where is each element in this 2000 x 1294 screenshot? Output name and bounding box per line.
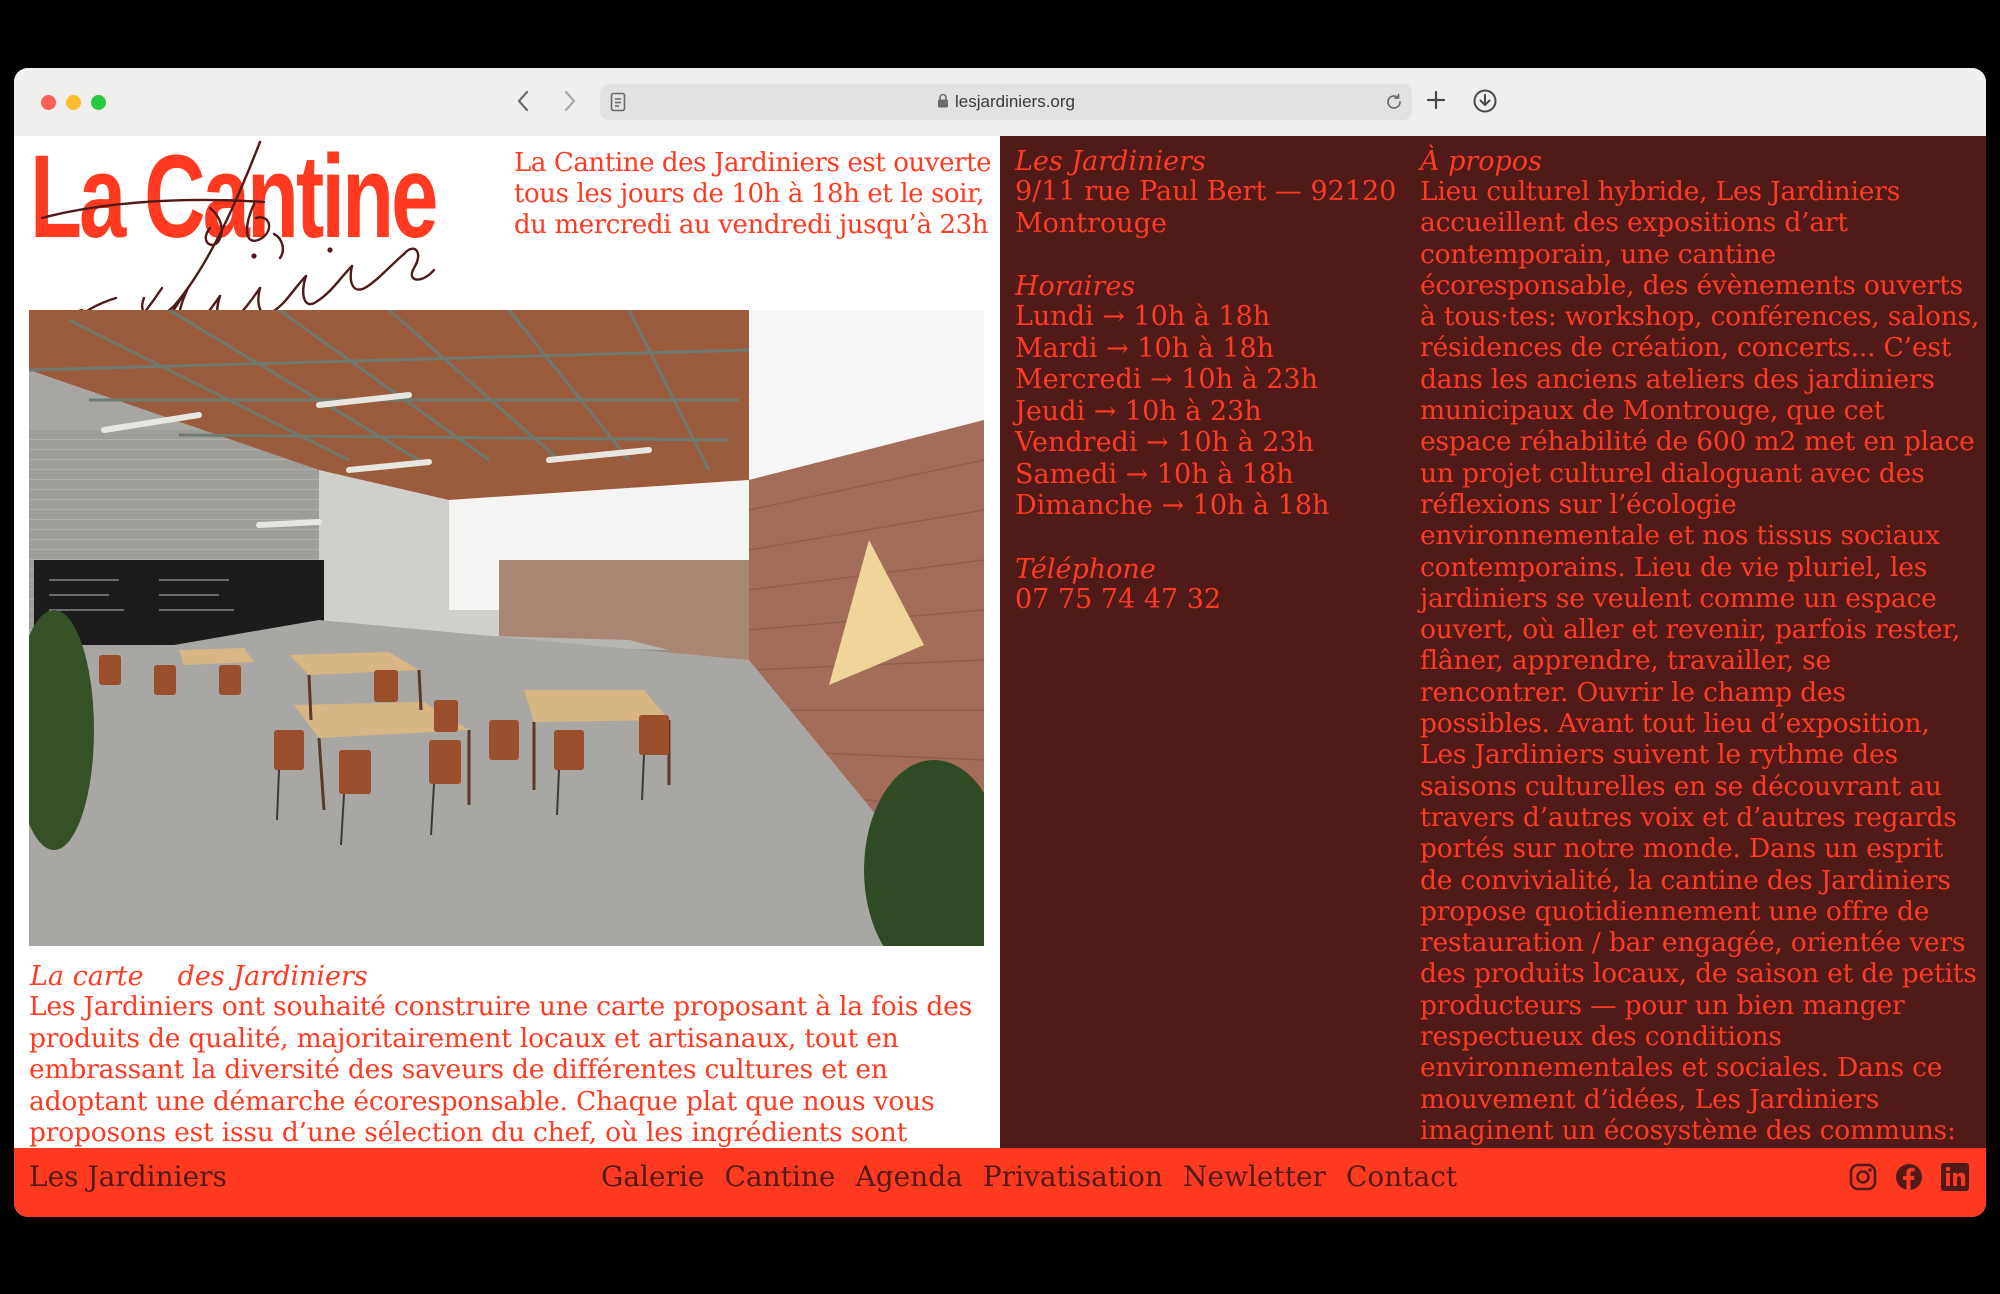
hours-block: Horaires Lundi → 10h à 18h Mardi → 10h à… xyxy=(1015,273,1405,522)
close-window-button[interactable] xyxy=(41,95,56,110)
intro-text: La Cantine des Jardiniers est ouverte to… xyxy=(514,148,992,240)
carte-heading: La carte des Jardiniers xyxy=(30,962,368,992)
reload-button[interactable] xyxy=(1384,92,1404,116)
cantine-interior-photo xyxy=(29,310,984,946)
forward-button[interactable] xyxy=(555,86,585,116)
plus-icon xyxy=(1426,90,1446,110)
main-content-right: Les Jardiniers 9/11 rue Paul Bert — 9212… xyxy=(1000,136,1986,1148)
nav-newletter[interactable]: Newletter xyxy=(1183,1148,1326,1206)
nav-cantine[interactable]: Cantine xyxy=(725,1148,836,1206)
linkedin-icon[interactable] xyxy=(1940,1162,1970,1192)
hours-row: Dimanche → 10h à 18h xyxy=(1015,490,1330,521)
reload-icon xyxy=(1387,93,1401,109)
info-column: Les Jardiniers 9/11 rue Paul Bert — 9212… xyxy=(1015,148,1405,649)
hours-row: Samedi → 10h à 18h xyxy=(1015,458,1294,490)
minimize-window-button[interactable] xyxy=(66,95,81,110)
url-display: lesjardiniers.org xyxy=(600,84,1412,120)
hours-row: Lundi → 10h à 18h xyxy=(1015,301,1271,332)
hours-row: Mercredi → 10h à 23h xyxy=(1015,364,1318,395)
phone-heading: Téléphone xyxy=(1015,553,1156,585)
instagram-icon[interactable] xyxy=(1848,1162,1878,1192)
hours-heading: Horaires xyxy=(1015,271,1136,302)
social-links xyxy=(1848,1162,1970,1192)
address-line-2: Montrouge xyxy=(1015,207,1167,239)
nav-contact[interactable]: Contact xyxy=(1346,1148,1457,1206)
facebook-icon[interactable] xyxy=(1894,1162,1924,1192)
url-text: lesjardiniers.org xyxy=(955,92,1075,111)
carte-heading-part1: La carte xyxy=(30,961,144,992)
new-tab-button[interactable] xyxy=(1424,88,1448,116)
browser-toolbar: lesjardiniers.org xyxy=(14,68,1986,137)
about-column: À propos Lieu culturel hybride, Les Jard… xyxy=(1420,148,1980,1146)
address-block: Les Jardiniers 9/11 rue Paul Bert — 9212… xyxy=(1015,148,1405,239)
footer-brand-link[interactable]: Les Jardiniers xyxy=(29,1148,227,1206)
downloads-button[interactable] xyxy=(1472,88,1498,118)
address-bar[interactable]: lesjardiniers.org xyxy=(600,84,1412,120)
footer-nav: Galerie Cantine Agenda Privatisation New… xyxy=(601,1148,1457,1206)
about-heading: À propos xyxy=(1420,146,1542,177)
back-button[interactable] xyxy=(508,86,538,116)
hours-row: Mardi → 10h à 18h xyxy=(1015,332,1275,364)
address-heading: Les Jardiniers xyxy=(1015,146,1206,177)
address-line-1: 9/11 rue Paul Bert — 92120 xyxy=(1015,176,1397,207)
hours-row: Jeudi → 10h à 23h xyxy=(1015,395,1262,427)
nav-galerie[interactable]: Galerie xyxy=(601,1148,705,1206)
lock-icon xyxy=(938,93,948,108)
carte-heading-part2: des Jardiniers xyxy=(177,961,368,992)
phone-number[interactable]: 07 75 74 47 32 xyxy=(1015,584,1405,616)
phone-block: Téléphone 07 75 74 47 32 xyxy=(1015,553,1405,616)
browser-window: lesjardiniers.org La Cantine La Cantine … xyxy=(14,68,1986,1217)
main-content-left: La Cantine La Cantine des Jardiniers est… xyxy=(14,136,1000,1148)
chevron-left-icon xyxy=(517,90,529,112)
site-footer: Les Jardiniers Galerie Cantine Agenda Pr… xyxy=(14,1148,1986,1217)
nav-privatisation[interactable]: Privatisation xyxy=(983,1148,1163,1206)
download-icon xyxy=(1473,89,1497,113)
carte-description: Les Jardiniers ont souhaité construire u… xyxy=(29,991,973,1148)
chevron-right-icon xyxy=(564,90,576,112)
nav-agenda[interactable]: Agenda xyxy=(855,1148,962,1206)
hours-row: Vendredi → 10h à 23h xyxy=(1015,427,1315,458)
about-text: Lieu culturel hybride, Les Jardiniers ac… xyxy=(1420,176,1980,1146)
zoom-window-button[interactable] xyxy=(91,95,106,110)
